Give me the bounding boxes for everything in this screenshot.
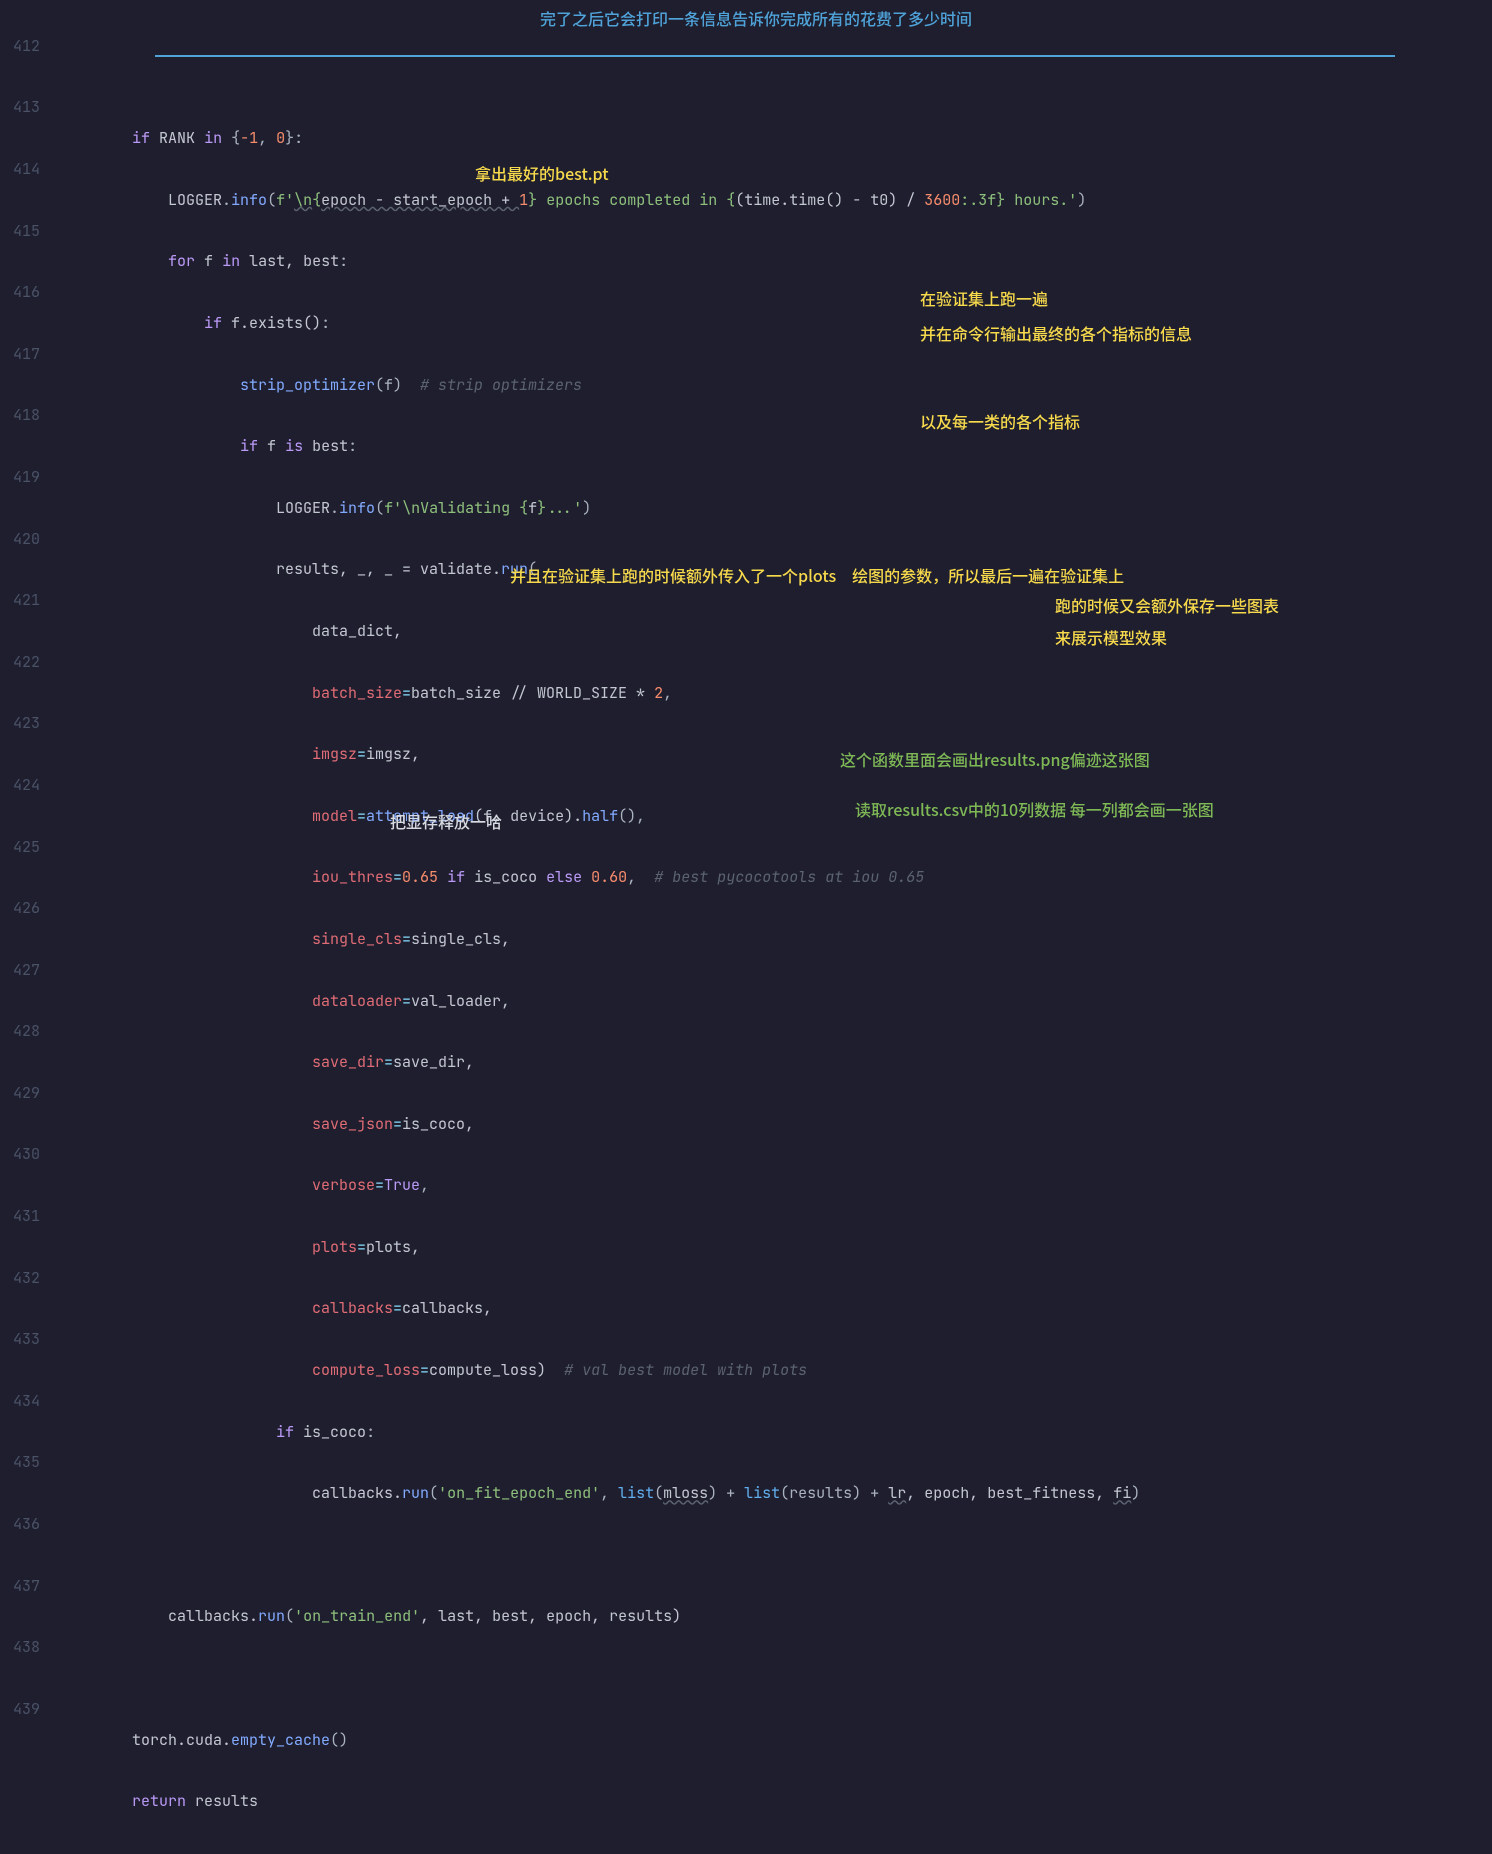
code-line[interactable]: batch_size=batch_size // WORLD_SIZE * 2, bbox=[60, 678, 1492, 709]
annotation-text: 读取results.csv中的10列数据 每一列都会画一张图 bbox=[855, 794, 1214, 825]
code-line[interactable]: single_cls=single_cls, bbox=[60, 924, 1492, 955]
code-line[interactable]: if is_coco: bbox=[60, 1417, 1492, 1448]
code-line[interactable]: for f in last, best: bbox=[60, 246, 1492, 277]
code-line[interactable]: verbose=True, bbox=[60, 1170, 1492, 1201]
code-line[interactable]: iou_thres=0.65 if is_coco else 0.60, # b… bbox=[60, 862, 1492, 893]
line-number: 415 bbox=[0, 216, 40, 247]
annotation-text: 在验证集上跑一遍 bbox=[920, 283, 1048, 314]
line-number: 428 bbox=[0, 1016, 40, 1047]
annotation-text: 并在命令行输出最终的各个指标的信息 bbox=[920, 318, 1192, 349]
code-line[interactable]: compute_loss=compute_loss) # val best mo… bbox=[60, 1355, 1492, 1386]
code-line[interactable]: save_json=is_coco, bbox=[60, 1109, 1492, 1140]
line-number: 413 bbox=[0, 92, 40, 123]
code-line[interactable]: save_dir=save_dir, bbox=[60, 1047, 1492, 1078]
code-area[interactable]: if RANK in {-1, 0}: LOGGER.info(f'\n{epo… bbox=[60, 0, 1492, 1854]
line-number: 418 bbox=[0, 400, 40, 431]
annotation-text: 跑的时候又会额外保存一些图表 bbox=[1055, 590, 1279, 621]
line-number: 414 bbox=[0, 154, 40, 185]
annotation-text: 并且在验证集上跑的时候额外传入了一个plots 绘图的参数，所以最后一遍在验证集… bbox=[510, 560, 1124, 591]
code-line[interactable]: return results bbox=[60, 1786, 1492, 1817]
annotation-underline bbox=[155, 55, 1395, 57]
annotation-text: 来展示模型效果 bbox=[1055, 622, 1167, 653]
code-line[interactable]: plots=plots, bbox=[60, 1232, 1492, 1263]
code-line[interactable]: callbacks=callbacks, bbox=[60, 1293, 1492, 1324]
line-number: 416 bbox=[0, 277, 40, 308]
code-line[interactable] bbox=[60, 1540, 1492, 1571]
line-number: 437 bbox=[0, 1571, 40, 1602]
code-line[interactable]: LOGGER.info(f'\nValidating {f}...') bbox=[60, 493, 1492, 524]
code-line[interactable]: strip_optimizer(f) # strip optimizers bbox=[60, 370, 1492, 401]
annotation-text: 以及每一类的各个指标 bbox=[920, 406, 1080, 437]
line-number: 436 bbox=[0, 1509, 40, 1540]
annotation-text: 把显存释放一哈 bbox=[390, 806, 502, 837]
line-number: 419 bbox=[0, 462, 40, 493]
line-number: 431 bbox=[0, 1201, 40, 1232]
line-number: 427 bbox=[0, 955, 40, 986]
code-line[interactable]: callbacks.run('on_train_end', last, best… bbox=[60, 1601, 1492, 1632]
code-line[interactable]: if f is best: bbox=[60, 431, 1492, 462]
line-number: 420 bbox=[0, 524, 40, 555]
code-line[interactable]: LOGGER.info(f'\n{epoch - start_epoch + 1… bbox=[60, 185, 1492, 216]
line-number: 417 bbox=[0, 339, 40, 370]
annotation-text: 完了之后它会打印一条信息告诉你完成所有的花费了多少时间 bbox=[540, 3, 972, 34]
line-number: 432 bbox=[0, 1263, 40, 1294]
code-line[interactable]: if RANK in {-1, 0}: bbox=[60, 123, 1492, 154]
line-number: 425 bbox=[0, 832, 40, 863]
line-number: 423 bbox=[0, 708, 40, 739]
annotation-text: 拿出最好的best.pt bbox=[475, 158, 609, 189]
line-number: 433 bbox=[0, 1324, 40, 1355]
line-number: 421 bbox=[0, 585, 40, 616]
code-line[interactable]: if f.exists(): bbox=[60, 308, 1492, 339]
code-line[interactable]: model=attempt_load(f, device).half(), bbox=[60, 801, 1492, 832]
code-editor[interactable]: 412 413 414 415 416 417 418 419 420 421 … bbox=[0, 0, 1492, 1854]
line-number: 430 bbox=[0, 1139, 40, 1170]
line-number: 438 bbox=[0, 1632, 40, 1663]
code-line[interactable]: dataloader=val_loader, bbox=[60, 986, 1492, 1017]
line-number: 439 bbox=[0, 1694, 40, 1725]
line-number: 434 bbox=[0, 1386, 40, 1417]
line-number: 422 bbox=[0, 647, 40, 678]
line-number: 424 bbox=[0, 770, 40, 801]
line-number: 412 bbox=[0, 31, 40, 62]
line-number-gutter: 412 413 414 415 416 417 418 419 420 421 … bbox=[0, 0, 60, 1854]
line-number: 429 bbox=[0, 1078, 40, 1109]
line-number: 426 bbox=[0, 893, 40, 924]
code-line[interactable]: torch.cuda.empty_cache() bbox=[60, 1725, 1492, 1756]
annotation-text: 这个函数里面会画出results.png偏迹这张图 bbox=[840, 744, 1150, 775]
code-line[interactable]: imgsz=imgsz, bbox=[60, 739, 1492, 770]
code-line[interactable] bbox=[60, 1663, 1492, 1694]
code-line[interactable]: callbacks.run('on_fit_epoch_end', list(m… bbox=[60, 1478, 1492, 1509]
line-number: 435 bbox=[0, 1447, 40, 1478]
